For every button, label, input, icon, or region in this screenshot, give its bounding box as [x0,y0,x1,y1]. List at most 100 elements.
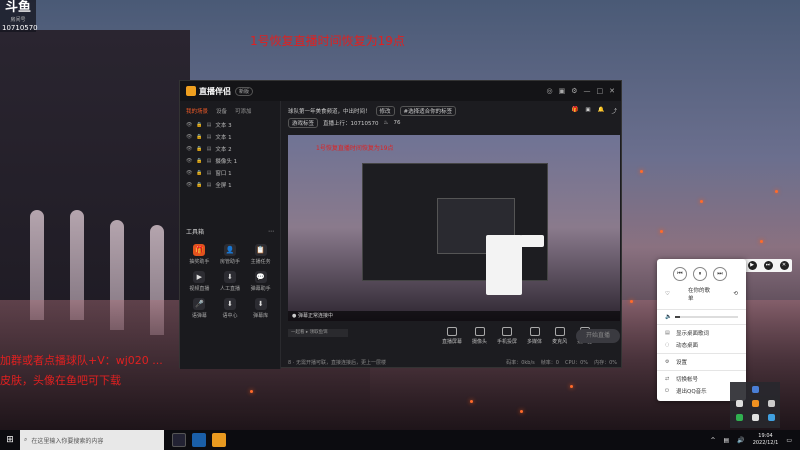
minimize-icon[interactable]: — [584,87,591,95]
box-icon[interactable]: ▣ [585,107,590,115]
task-view-icon[interactable] [172,433,186,447]
lock-icon[interactable]: 🔒 [196,122,202,128]
clock[interactable]: 19:04 2022/12/1 [753,433,779,447]
ctx-item-icon: ⚙ [665,359,670,365]
tool-item[interactable]: ▶ 视频直播 [184,271,215,292]
capture-tool[interactable]: 多媒体 [527,327,542,345]
loop-icon[interactable]: ⟲ [733,291,738,297]
scene-item[interactable]: 👁 🔒 ▤ 文本 2 [180,143,280,155]
close-icon[interactable]: ✕ [779,261,789,270]
tool-item[interactable]: 📋 主播任务 [245,244,276,265]
share-icon[interactable]: ⤴ [611,107,617,115]
status-text: 8 · 无需开播可联，直接连接后，更上一层楼 [288,359,386,366]
ctx-menu-item[interactable]: ▤ 显示桌面歌词 [657,327,746,339]
start-live-button[interactable]: 开始直播 [576,329,620,343]
next-track-icon[interactable]: ⏭ [713,267,727,281]
taskbar-search[interactable]: ⌕ 在这里输入你要搜索的内容 [20,430,164,450]
tag-select[interactable]: #选择适合你的标签 [399,106,457,116]
tool-item[interactable]: 💬 弹幕助手 [245,271,276,292]
notification-icon[interactable]: ▭ [786,437,792,444]
tool-item[interactable]: ⬇ 人工直播 [215,271,246,292]
game-tag[interactable]: 游戏标签 [288,118,319,128]
lock-icon[interactable]: 🔒 [196,134,202,140]
heart-icon[interactable]: ♡ [665,291,670,297]
play-icon[interactable]: ▶ [747,261,757,270]
lock-icon[interactable]: 🔒 [196,182,202,188]
tool-item[interactable]: ⬇ 弹幕库 [245,298,276,319]
more-icon[interactable]: ⋯ [268,228,274,235]
stream-preview[interactable]: 1号恢复直播时间恢复为19点 ● 弹幕正常连接中 [288,135,620,321]
tray-app-icon[interactable] [736,414,743,421]
chat-icon[interactable]: ▣ [559,87,566,95]
speaker-icon[interactable]: 🔊 [737,437,744,444]
capture-tool[interactable]: 麦克风 [552,327,567,345]
eye-icon[interactable]: 👁 [186,182,192,188]
prev-track-icon[interactable]: ⏮ [673,267,687,281]
gift-icon[interactable]: 🎁 [572,107,579,115]
scene-item[interactable]: 👁 🔒 ▤ 摄像头 1 [180,155,280,167]
tab-3[interactable]: 可添加 [235,107,252,115]
ctx-item-label: 退出QQ音乐 [676,389,707,395]
steam-icon[interactable] [192,433,206,447]
bell-icon[interactable]: 🔔 [598,107,605,115]
scene-item[interactable]: 👁 🔒 ▤ 文本 1 [180,131,280,143]
maximize-icon[interactable]: □ [597,87,604,95]
ctx-menu-item[interactable]: ⚙ 设置 [657,356,746,368]
lock-icon[interactable]: 🔒 [196,146,202,152]
tool-item[interactable]: 🎤 语弹幕 [184,298,215,319]
tool-item[interactable]: 🎁 抽奖助手 [184,244,215,265]
lock-icon[interactable]: 🔒 [196,170,202,176]
eye-icon[interactable]: 👁 [186,122,192,128]
capture-tool[interactable]: 摄像头 [472,327,487,345]
windows-start-icon[interactable]: ⊞ [0,430,20,450]
tool-item[interactable]: ⬇ 语中心 [215,298,246,319]
tray-app-icon[interactable] [736,400,743,407]
tray-app-icon[interactable] [768,400,775,407]
eye-icon[interactable]: 👁 [186,158,192,164]
capture-tool[interactable]: 直播屏幕 [442,327,462,345]
mini-controls [520,235,544,247]
tab-1[interactable]: 我的场景 [186,107,208,115]
viewer-count: 76 [393,120,401,126]
settings-icon[interactable]: ⚙ [571,87,577,95]
tray-app-icon[interactable] [768,414,775,421]
tray-app-icon[interactable] [752,414,759,421]
volume-track[interactable] [674,316,738,318]
tab-2[interactable]: 设备 [216,107,227,115]
scene-item[interactable]: 👁 🔒 ▤ 全屏 1 [180,179,280,191]
scene-item[interactable]: 👁 🔒 ▤ 文本 3 [180,119,280,131]
ctx-item-label: 设置 [676,360,688,366]
tray-app-icon[interactable] [752,400,759,407]
capture-tools: 直播屏幕摄像头手机投屏多媒体麦克风扬声器 [288,323,620,349]
stat-fps: 帧率：0 [540,359,559,366]
chevron-up-icon[interactable]: ^ [711,437,716,444]
ctx-menu-item[interactable]: ◌ 动态桌面 [657,339,746,351]
capture-tool[interactable]: 手机投屏 [497,327,517,345]
scene-item[interactable]: 👁 🔒 ▤ 窗口 1 [180,167,280,179]
close-icon[interactable]: ✕ [609,87,615,95]
next-icon[interactable]: ⏭ [763,261,773,270]
pause-icon[interactable]: ⏸ [693,267,707,281]
taskbar-apps [172,433,226,447]
room-title[interactable]: 球队第一年美食频道，中出时间！ [288,107,371,115]
ember [470,400,473,403]
ctx-item-icon: ▤ [665,330,670,336]
favorite-row[interactable]: ♡ 在你的歌单 ⟲ [657,281,746,307]
volume-slider[interactable]: 🔈 [657,312,746,322]
tool-icon: ⬇ [223,298,236,310]
eye-icon[interactable]: 👁 [186,146,192,152]
eye-icon[interactable]: 👁 [186,170,192,176]
tray-app-icon[interactable] [752,386,759,393]
tool-label: 语弹幕 [191,313,207,319]
avatar-icon[interactable]: ◎ [546,87,552,95]
network-icon[interactable]: ▤ [724,437,730,444]
layer-icon: ▤ [206,146,212,152]
ember [660,230,663,233]
tool-item[interactable]: 👤 房管助手 [215,244,246,265]
eye-icon[interactable]: 👁 [186,134,192,140]
version-badge[interactable]: 新版 [235,86,254,96]
live-companion-icon[interactable] [212,433,226,447]
tool-icon: 💬 [254,271,267,283]
lock-icon[interactable]: 🔒 [196,158,202,164]
edit-button[interactable]: 修改 [375,106,395,116]
